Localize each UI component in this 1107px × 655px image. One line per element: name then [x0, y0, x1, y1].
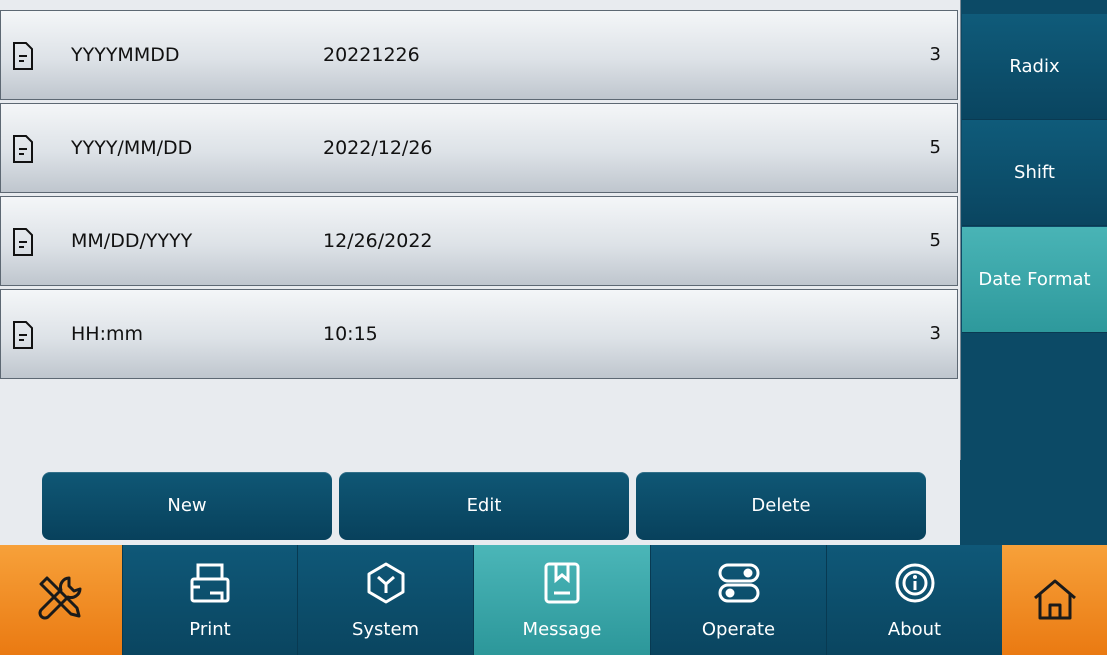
format-length: 3 — [929, 44, 941, 65]
tab-operate[interactable]: Operate — [650, 545, 826, 655]
sidebar-item-radix[interactable]: Radix — [962, 14, 1107, 120]
home-button[interactable] — [1002, 545, 1107, 655]
tab-label: Print — [189, 619, 231, 640]
tab-print[interactable]: Print — [122, 545, 297, 655]
info-icon — [895, 563, 934, 603]
document-icon — [13, 228, 33, 256]
list-item[interactable]: HH:mm 10:15 3 — [0, 289, 958, 379]
bookmark-document-icon — [544, 562, 580, 604]
list-item[interactable]: YYYYMMDD 20221226 3 — [0, 10, 958, 100]
printer-icon — [190, 563, 230, 603]
sidebar-item-shift[interactable]: Shift — [962, 120, 1107, 226]
list-item[interactable]: MM/DD/YYYY 12/26/2022 5 — [0, 196, 958, 286]
tab-label: About — [887, 619, 942, 640]
format-example: 2022/12/26 — [323, 137, 433, 159]
format-pattern: HH:mm — [71, 323, 143, 345]
document-icon — [13, 42, 33, 70]
tab-label: Message — [522, 619, 602, 640]
format-example: 20221226 — [323, 44, 420, 66]
tab-about[interactable]: About — [826, 545, 1002, 655]
home-icon — [1033, 579, 1076, 620]
document-icon — [13, 135, 33, 163]
format-pattern: MM/DD/YYYY — [71, 230, 193, 252]
format-length: 3 — [929, 323, 941, 344]
toggle-switches-icon — [718, 563, 759, 603]
hexagon-icon — [367, 562, 404, 604]
format-example: 10:15 — [323, 323, 378, 345]
format-length: 5 — [929, 230, 941, 251]
message-list: YYYYMMDD 20221226 3 YYYY/MM/DD 2022/12/2… — [0, 0, 961, 460]
tab-label: System — [351, 619, 420, 640]
delete-button[interactable]: Delete — [636, 472, 926, 540]
tools-icon — [38, 576, 82, 620]
format-length: 5 — [929, 137, 941, 158]
tools-button[interactable] — [0, 545, 122, 655]
tab-label: Operate — [701, 619, 776, 640]
format-pattern: YYYY/MM/DD — [71, 137, 193, 159]
action-bar: New Edit Delete — [0, 460, 960, 545]
edit-button[interactable]: Edit — [339, 472, 629, 540]
list-item[interactable]: YYYY/MM/DD 2022/12/26 5 — [0, 103, 958, 193]
bottom-nav: Print System Message Operate About — [0, 545, 1107, 655]
new-button[interactable]: New — [42, 472, 332, 540]
tab-system[interactable]: System — [297, 545, 473, 655]
format-pattern: YYYYMMDD — [71, 44, 180, 66]
sidebar: Radix Shift Date Format — [962, 0, 1107, 545]
document-icon — [13, 321, 33, 349]
tab-message[interactable]: Message — [473, 545, 650, 655]
sidebar-item-date-format[interactable]: Date Format — [962, 227, 1107, 333]
format-example: 12/26/2022 — [323, 230, 433, 252]
